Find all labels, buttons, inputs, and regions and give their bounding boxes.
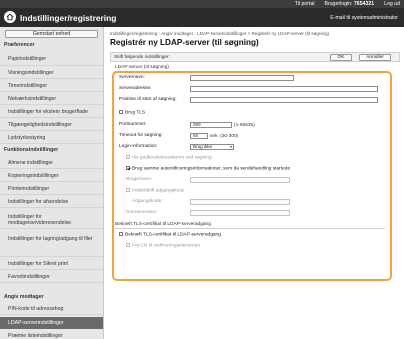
home-icon[interactable]	[4, 11, 16, 23]
add-cn-option[interactable]: Føj CN til verificeringselementer	[126, 243, 200, 250]
action-toolbar: Skift følgende indstillinger: OK Annulle…	[110, 52, 400, 62]
show-auth-screen-option[interactable]: Vis godkendelsesskærm ved søgning	[126, 155, 212, 162]
cancel-button[interactable]: Annuller	[359, 54, 391, 61]
login-user-label: Brugerlogin:	[324, 1, 353, 7]
section-ldap-server-label: LDAP-server (til søgning)	[115, 65, 169, 70]
section-divider-2	[115, 228, 385, 229]
sidebar-item-network[interactable]: Netværksindstillinger	[0, 93, 103, 105]
sidebar-item-ldap[interactable]: LDAP-serverindstillinger	[0, 317, 103, 329]
show-auth-screen-label: Vis godkendelsesskærm ved søgning	[132, 155, 212, 161]
set-password-checkbox[interactable]	[126, 188, 130, 192]
timeout-unit-text: sek. (30-300)	[210, 134, 239, 139]
set-password-label: Indstil/skift adgangskode	[132, 188, 185, 194]
logout-link[interactable]: Log ud	[384, 1, 400, 7]
main-content: Indstillinger/registrering : Angiv modta…	[106, 27, 404, 339]
server-address-label: Serveradresse:	[119, 86, 152, 91]
toolbar-hint: Skift følgende indstillinger:	[114, 55, 170, 60]
sidebar-item-accessibility[interactable]: Tilgængelighedsindstillinger	[0, 119, 103, 131]
login-info-select[interactable]: Brug ikke	[190, 144, 234, 150]
title-bar: Indstillinger/registrering E-mail til sy…	[0, 8, 404, 27]
server-name-input[interactable]	[190, 75, 294, 81]
port-input[interactable]: 389	[190, 122, 232, 128]
sidebar-item-display[interactable]: Visningsindstillinger	[0, 67, 103, 79]
sidebar-head-destination: Angiv modtager	[4, 294, 44, 300]
sidebar-item-copy[interactable]: Kopieringsindstillinger	[0, 170, 103, 182]
sidebar-head-preferences: Præferencer	[4, 42, 35, 48]
page-title: Registrér ny LDAP-server (til søgning)	[110, 38, 259, 47]
sidebar-item-paper[interactable]: Papirindstillinger	[0, 53, 103, 66]
sidebar-item-printer[interactable]: Printerindstillinger	[0, 183, 103, 195]
portal-link[interactable]: Til portal	[295, 1, 315, 7]
chevron-down-icon	[230, 146, 232, 148]
search-timeout-input[interactable]: 60	[190, 133, 208, 139]
password-label: Adgangskode:	[132, 199, 163, 204]
restart-device-button[interactable]: Gemstart enhed	[5, 30, 98, 38]
sidebar-item-address-pin[interactable]: PIN-kode til adressebog	[0, 303, 103, 315]
sidebar-item-favorites[interactable]: Favoritindstillinger	[0, 271, 103, 283]
use-tls-checkbox[interactable]	[119, 110, 123, 114]
username-input[interactable]	[190, 177, 290, 183]
sidebar-item-timer[interactable]: Timerindstillinger	[0, 80, 103, 92]
app-title: Indstillinger/registrering	[20, 13, 117, 23]
password-input[interactable]	[190, 199, 290, 205]
login-info-label: Login-information:	[119, 144, 158, 149]
login-info-value: Brug ikke	[193, 144, 213, 149]
use-tls-label: Brug TLS	[125, 110, 146, 116]
sidebar-item-store-access[interactable]: Indstillinger for lagring/adgang til fil…	[0, 230, 103, 257]
verify-cert-option[interactable]: Bekræft TLS-certifikat til LDAP-serverad…	[119, 232, 221, 239]
search-start-position-input[interactable]	[190, 97, 378, 103]
search-start-position-label: Position til start af søgning:	[119, 97, 177, 102]
server-name-label: Servernavn:	[119, 75, 145, 80]
verify-cert-checkbox[interactable]	[119, 232, 123, 236]
domain-input[interactable]	[190, 210, 290, 216]
top-utility-bar: Til portal Brugerlogin: 7654321 Log ud	[0, 0, 404, 8]
login-user-info: Brugerlogin: 7654321	[324, 1, 374, 7]
add-cn-label: Føj CN til verificeringselementer	[132, 243, 201, 249]
username-label: Brugernavn:	[126, 177, 153, 182]
sidebar: Gemstart enhed Præferencer Papirindstill…	[0, 27, 104, 339]
sidebar-item-volume[interactable]: Lydstyrkestyring	[0, 132, 103, 144]
use-same-auth-checkbox[interactable]	[126, 166, 130, 170]
search-timeout-label: Timeout for søgning:	[119, 133, 163, 138]
ok-button[interactable]: OK	[330, 54, 352, 61]
use-same-auth-option[interactable]: Brug samme autentificeringsinformationer…	[126, 166, 290, 173]
sidebar-item-send[interactable]: Indstillinger for afsendelse	[0, 196, 103, 208]
breadcrumb: Indstillinger/registrering : Angiv modta…	[110, 31, 330, 36]
use-same-auth-label: Brug samme autentificeringsinformationer…	[132, 166, 291, 172]
sidebar-item-secure-print[interactable]: Indstillinger for Sikret print	[0, 258, 103, 270]
sidebar-item-receive-forward[interactable]: Indstillinger for modtagelse/videresende…	[0, 211, 103, 229]
sidebar-item-remote-ui[interactable]: Indstillinger for ekstern brugerflade	[0, 106, 103, 118]
login-user-id: 7654321	[353, 1, 375, 7]
verify-cert-label: Bekræft TLS-certifikat til LDAP-serverad…	[125, 232, 221, 238]
port-range-text: (1-65535)	[234, 123, 255, 128]
port-label: Portnummer:	[119, 122, 147, 127]
server-address-input[interactable]	[190, 86, 378, 92]
sidebar-head-function: Funktionsindstillinger	[4, 147, 59, 153]
section-tls-verify-label: Bekræft TLS-certifikat til LDAP-serverad…	[115, 222, 211, 227]
set-password-option[interactable]: Indstil/skift adgangskode	[126, 188, 185, 195]
add-cn-checkbox[interactable]	[126, 243, 130, 247]
show-auth-screen-checkbox[interactable]	[126, 155, 130, 159]
sidebar-item-common[interactable]: Almene indstillinger	[0, 157, 103, 169]
sidebar-item-list[interactable]: Præmie listeindstillinger	[0, 331, 103, 339]
domain-label: Domænenavn:	[126, 210, 158, 215]
use-tls-option[interactable]: Brug TLS	[119, 110, 145, 117]
mail-admin-link[interactable]: E-mail til systemadministrator	[330, 15, 398, 21]
